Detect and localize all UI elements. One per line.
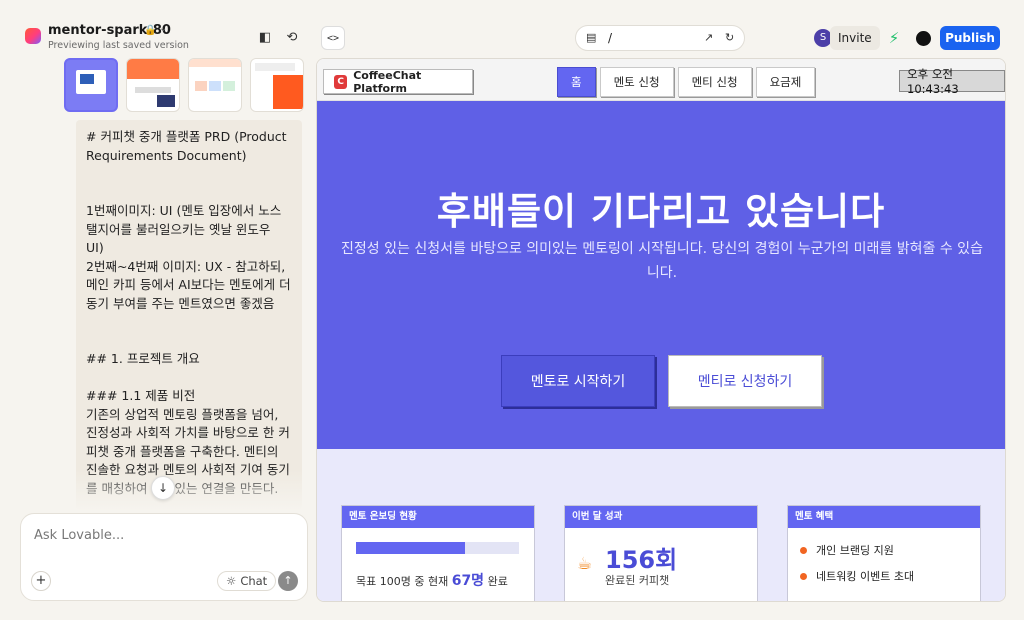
benefit-label: 개인 브랜딩 지원: [816, 544, 894, 557]
prompt-message: # 커피챗 중개 플랫폼 PRD (Product Requirements D…: [76, 120, 302, 510]
project-subtitle: Previewing last saved version: [48, 40, 189, 51]
current-count: 67명: [451, 573, 485, 589]
app-preview: C CoffeeChat Platform 홈 멘토 신청 멘티 신청 요금제 …: [316, 58, 1006, 602]
brand-icon: C: [334, 74, 348, 89]
progress-bar: [356, 542, 519, 554]
prompt-text: # 커피챗 중개 플랫폼 PRD (Product Requirements D…: [86, 129, 291, 496]
bullet-icon: [800, 546, 807, 554]
refresh-icon[interactable]: ↻: [725, 31, 734, 44]
tab-home[interactable]: 홈: [557, 67, 596, 97]
attachment-thumbnail[interactable]: [250, 58, 304, 112]
bolt-icon[interactable]: ⚡: [882, 26, 906, 50]
publish-button[interactable]: Publish: [940, 26, 1000, 50]
chat-mode-button[interactable]: ☼ Chat: [217, 571, 277, 591]
book-icon[interactable]: ▤: [586, 31, 596, 44]
card-title: 멘토 혜택: [788, 506, 980, 528]
tab-mentee-apply[interactable]: 멘티 신청: [677, 67, 752, 97]
monthly-card: 이번 달 성과 ☕ 156회 완료된 커피챗: [564, 505, 758, 601]
card-title: 이번 달 성과: [565, 506, 757, 528]
brand-logo[interactable]: C CoffeeChat Platform: [323, 68, 473, 95]
tab-mentor-apply[interactable]: 멘토 신청: [599, 67, 674, 97]
status-suffix: 완료: [484, 575, 508, 588]
status-prefix: 목표 100명 중 현재: [356, 575, 452, 588]
bullet-icon: [800, 572, 807, 580]
chat-mode-label: Chat: [240, 574, 268, 588]
lightbulb-icon: ☼: [226, 574, 237, 588]
hero-section: 후배들이 기다리고 있습니다 진정성 있는 신청서를 바탕으로 의미있는 멘토링…: [317, 101, 1005, 449]
external-link-icon[interactable]: ↗: [704, 31, 713, 44]
hero-title: 후배들이 기다리고 있습니다: [436, 190, 886, 233]
scroll-to-bottom-button[interactable]: ↓: [151, 476, 175, 500]
chat-input-box[interactable]: Ask Lovable... + ☼ Chat ↑: [20, 513, 308, 601]
history-icon[interactable]: ⟲: [281, 26, 303, 48]
code-icon[interactable]: <>: [321, 26, 345, 50]
monthly-caption: 완료된 커피챗: [605, 574, 670, 587]
onboarding-status: 목표 100명 중 현재 67명 완료: [356, 570, 508, 590]
onboarding-card: 멘토 온보딩 현황 목표 100명 중 현재 67명 완료: [341, 505, 535, 601]
preview-navbar: C CoffeeChat Platform 홈 멘토 신청 멘티 신청 요금제 …: [317, 59, 1005, 101]
list-item: 네트워킹 이벤트 초대: [800, 568, 914, 584]
benefit-label: 네트워킹 이벤트 초대: [816, 570, 915, 583]
attachment-thumbnail[interactable]: [64, 58, 118, 112]
tab-pricing[interactable]: 요금제: [755, 67, 816, 97]
arrow-down-icon: ↓: [157, 481, 169, 495]
monthly-value: 156회: [605, 546, 678, 574]
arrow-up-icon: ↑: [283, 574, 293, 587]
attachment-thumbnail[interactable]: [188, 58, 242, 112]
brand-name: CoffeeChat Platform: [353, 68, 422, 95]
preview-url-bar[interactable]: ▤ / ↗ ↻: [575, 25, 745, 51]
invite-button[interactable]: Invite: [830, 26, 880, 50]
plus-icon[interactable]: +: [31, 571, 51, 591]
url-path[interactable]: /: [608, 31, 612, 45]
taskbar-clock: 오후 오전 10:43:43: [899, 67, 1005, 96]
stats-section: 멘토 온보딩 현황 목표 100명 중 현재 67명 완료 이번 달 성과 ☕ …: [317, 449, 1005, 601]
hero-subtitle: 진정성 있는 신청서를 바탕으로 의미있는 멘토링이 시작됩니다. 당신의 경험…: [341, 241, 983, 281]
chat-input[interactable]: Ask Lovable...: [34, 528, 124, 543]
nav-tabs: 홈 멘토 신청 멘티 신청 요금제: [557, 67, 816, 97]
sidebar-toggle-icon[interactable]: ◧: [254, 26, 276, 48]
list-item: 개인 브랜딩 지원: [800, 542, 894, 558]
attachment-thumbnails: [64, 58, 304, 113]
github-icon[interactable]: [911, 26, 935, 50]
start-as-mentor-button[interactable]: 멘토로 시작하기: [501, 355, 655, 407]
lovable-logo-icon: [25, 28, 41, 44]
benefits-card: 멘토 혜택 개인 브랜딩 지원 네트워킹 이벤트 초대: [787, 505, 981, 601]
card-title: 멘토 온보딩 현황: [342, 506, 534, 528]
send-button[interactable]: ↑: [278, 571, 298, 591]
chevron-down-icon[interactable]: ⌄: [159, 23, 167, 34]
coffee-cup-icon: ☕: [577, 554, 593, 574]
apply-as-mentee-button[interactable]: 멘티로 신청하기: [668, 355, 822, 407]
lock-icon: 🔒: [144, 25, 157, 36]
attachment-thumbnail[interactable]: [126, 58, 180, 112]
progress-fill: [356, 542, 466, 554]
